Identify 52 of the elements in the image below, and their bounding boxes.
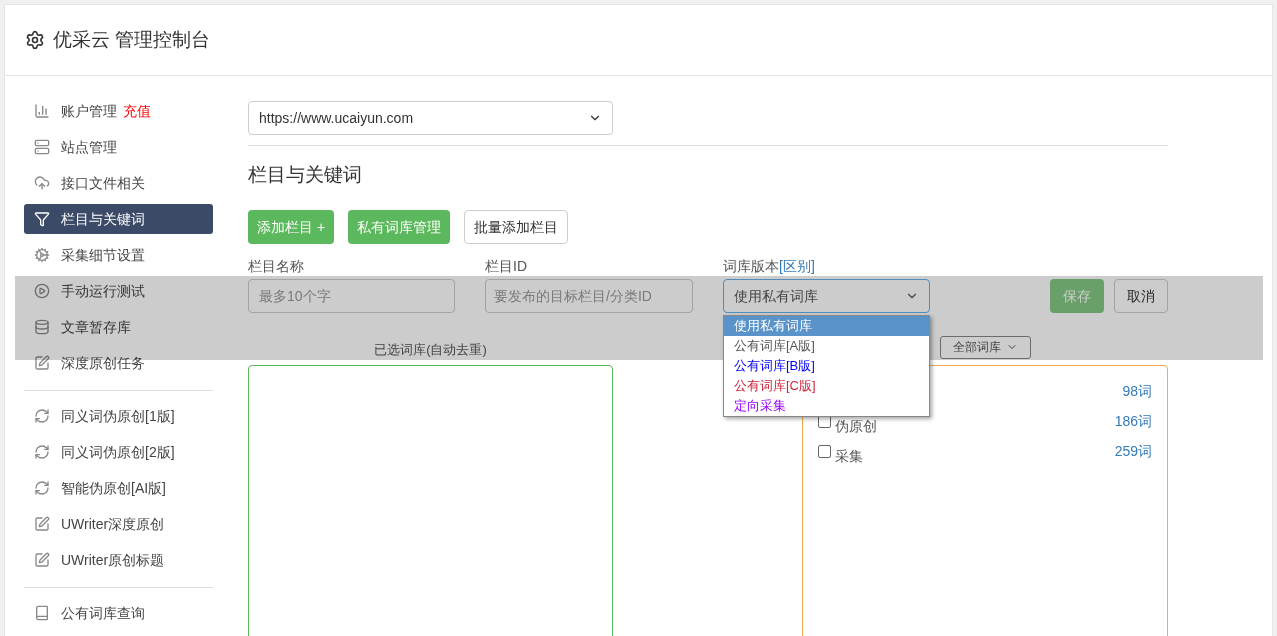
dropdown-option[interactable]: 定向采集 [724, 396, 929, 416]
sidebar-item[interactable]: 文章暂存库 [24, 312, 213, 342]
sidebar-item[interactable]: 接口文件相关 [24, 168, 213, 198]
sidebar-label: 文章暂存库 [61, 317, 131, 337]
sidebar-label: 同义词伪原创[2版] [61, 442, 175, 462]
version-select[interactable]: 使用私有词库 [723, 279, 930, 313]
sidebar-item[interactable]: 站点管理 [24, 132, 213, 162]
sidebar-item[interactable]: 智能伪原创[AI版] [24, 473, 213, 503]
sidebar-item[interactable]: 手动运行测试 [24, 276, 213, 306]
library-label: 伪原创 [835, 416, 877, 436]
word-count: 259词 [1114, 441, 1152, 461]
word-count: 186词 [1114, 411, 1152, 431]
sidebar-label: 公有词库查询 [61, 603, 145, 623]
sidebar-item[interactable]: 采集细节设置 [24, 240, 213, 270]
sidebar-label: 采集细节设置 [61, 245, 145, 265]
dropdown-option[interactable]: 公有词库[B版] [724, 356, 929, 376]
sidebar-item[interactable]: UWriter深度原创 [24, 509, 213, 539]
sidebar-label: 同义词伪原创[1版] [61, 406, 175, 426]
filter-select[interactable]: 全部词库 [940, 335, 1031, 359]
input-field[interactable]: 要发布的目标栏目/分类ID [485, 279, 693, 313]
sidebar-item[interactable]: UWriter原创标题 [24, 545, 213, 575]
sidebar-label: UWriter原创标题 [61, 550, 165, 570]
selected-libraries-title: 已选词库(自动去重) [374, 342, 487, 358]
action-button[interactable]: 批量添加栏目 [464, 210, 569, 244]
library-label: 采集 [835, 446, 863, 466]
sidebar-item[interactable]: 账户管理 充值 [24, 96, 213, 126]
site-select[interactable]: https://www.ucaiyun.com [248, 101, 613, 135]
field-label: 词库版本 [723, 258, 779, 275]
dropdown-option[interactable]: 公有词库[C版] [724, 376, 929, 396]
field-label: 栏目ID [485, 258, 528, 275]
sidebar-label: 智能伪原创[AI版] [61, 478, 166, 498]
input-field[interactable]: 最多10个字 [248, 279, 455, 313]
dropdown-option[interactable]: 公有词库[A版] [724, 336, 929, 356]
sidebar-label: 接口文件相关 [61, 173, 145, 193]
recharge-link[interactable]: 充值 [123, 100, 151, 122]
sidebar-label: 栏目与关键词 [61, 209, 145, 229]
field-label: 栏目名称 [248, 258, 305, 275]
sidebar-item[interactable]: 同义词伪原创[2版] [24, 437, 213, 467]
sidebar-label: 深度原创任务 [61, 353, 145, 373]
difference-link[interactable]: [区别] [779, 258, 815, 275]
sidebar-label: 站点管理 [61, 137, 117, 157]
sidebar-label: UWriter深度原创 [61, 514, 165, 534]
cancel-button[interactable]: 取消 [1114, 279, 1168, 313]
window-title: 优采云 管理控制台 [53, 27, 211, 52]
sidebar-item[interactable]: 公有词库查询 [24, 598, 213, 628]
sidebar-item[interactable]: 深度原创任务 [24, 348, 213, 378]
sidebar-label: 手动运行测试 [61, 281, 145, 301]
sidebar-item[interactable]: 栏目与关键词 [24, 204, 213, 234]
sidebar-item[interactable]: 同义词伪原创[1版] [24, 401, 213, 431]
sidebar-label: 账户管理 [61, 101, 117, 121]
section-title: 栏目与关键词 [248, 163, 363, 187]
word-count: 98词 [1122, 381, 1152, 401]
